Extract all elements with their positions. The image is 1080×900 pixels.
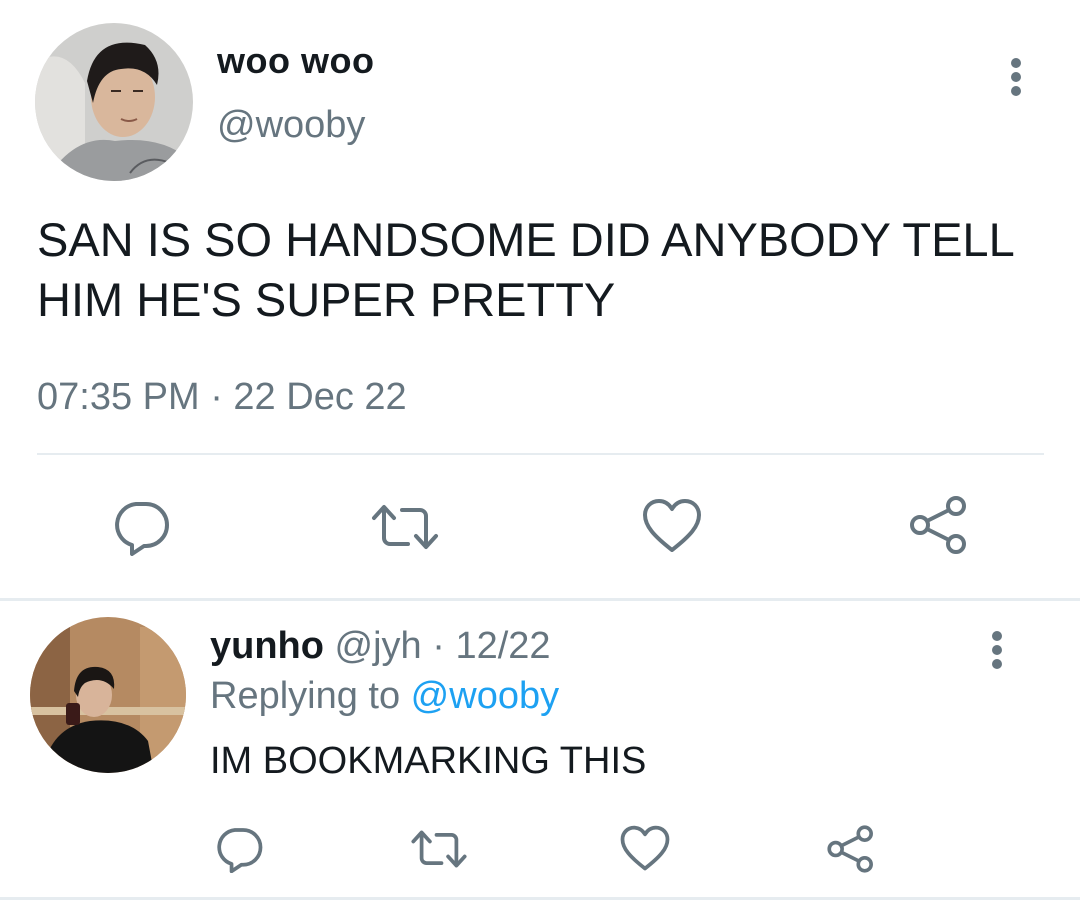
reply-button[interactable] <box>215 825 263 873</box>
mention-link[interactable]: @wooby <box>411 675 559 717</box>
display-name[interactable]: yunho <box>210 625 324 667</box>
tweet-timestamp[interactable]: 07:35 PM · 22 Dec 22 <box>37 376 407 419</box>
reply-icon <box>115 502 169 556</box>
share-icon <box>827 825 873 873</box>
share-icon <box>910 496 966 554</box>
retweet-icon <box>372 505 438 549</box>
retweet-button[interactable] <box>410 828 468 870</box>
reply-meta: @jyh · 12/22 <box>323 625 551 667</box>
reply-text: IM BOOKMARKING THIS <box>210 740 647 782</box>
share-button[interactable] <box>826 824 876 874</box>
like-button[interactable] <box>620 825 670 872</box>
share-button[interactable] <box>908 494 970 556</box>
more-options-button[interactable] <box>997 48 1037 108</box>
reply-header: yunho @jyh · 12/22 <box>210 625 551 668</box>
more-options-button[interactable] <box>978 623 1018 683</box>
divider <box>37 453 1044 455</box>
tweet-text: SAN IS SO HANDSOME DID ANYBODY TELL HIM … <box>37 213 1013 326</box>
like-button[interactable] <box>642 498 702 554</box>
heart-icon <box>620 825 670 871</box>
user-handle[interactable]: @wooby <box>217 104 365 147</box>
avatar[interactable] <box>35 23 193 181</box>
replying-prefix: Replying to <box>210 675 411 717</box>
reply-tweet: yunho @jyh · 12/22 Replying to @wooby IM… <box>0 601 1080 900</box>
avatar[interactable] <box>30 617 186 773</box>
display-name[interactable]: woo woo <box>217 40 374 82</box>
more-vertical-icon <box>1011 58 1021 68</box>
main-tweet: woo woo @wooby SAN IS SO HANDSOME DID AN… <box>0 0 1080 598</box>
replying-to: Replying to @wooby <box>210 675 559 718</box>
reply-button[interactable] <box>112 498 170 556</box>
retweet-button[interactable] <box>370 502 440 552</box>
retweet-icon <box>411 830 467 868</box>
reply-icon <box>217 828 263 873</box>
heart-icon <box>643 499 701 552</box>
more-vertical-icon <box>992 631 1002 641</box>
